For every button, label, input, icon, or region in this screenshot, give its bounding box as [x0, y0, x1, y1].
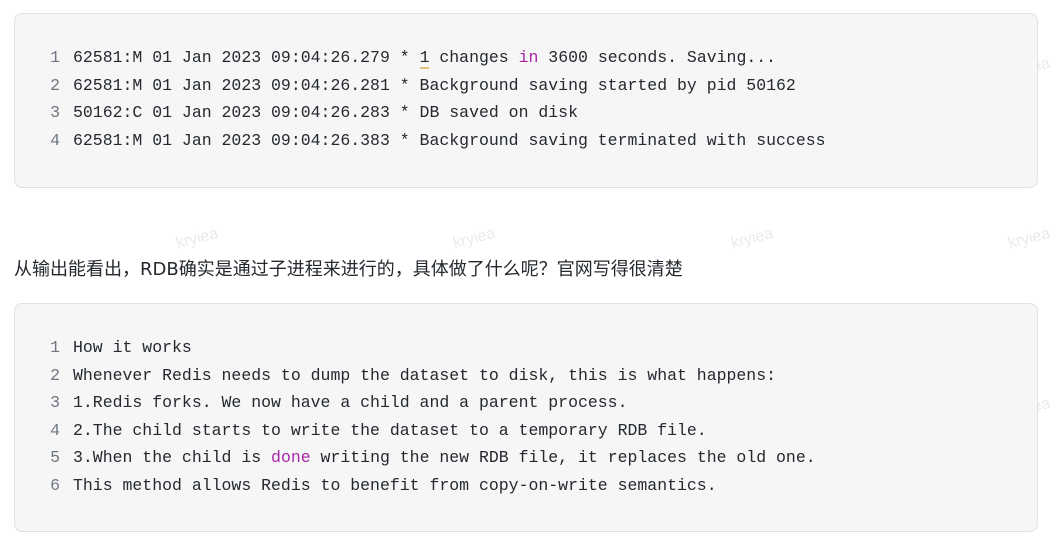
watermark: kryiea — [174, 224, 221, 253]
line-number: 2 — [50, 365, 60, 385]
line-number: 4 — [50, 130, 60, 150]
code-line: 1 How it works — [15, 334, 1037, 362]
line-number: 5 — [50, 448, 60, 467]
code-block-log: 1 62581:M 01 Jan 2023 09:04:26.279 * 1 ch… — [14, 13, 1038, 188]
code-text: 1.Redis forks. We now have a child and a… — [73, 393, 628, 412]
code-text: 3.When the child is done writing the new… — [73, 444, 816, 472]
code-segment: changes — [429, 48, 519, 67]
code-keyword: done — [271, 448, 311, 467]
code-text: 50162:C 01 Jan 2023 09:04:26.283 * DB sa… — [73, 103, 578, 122]
code-text: 2.The child starts to write the dataset … — [73, 420, 707, 440]
code-text: Whenever Redis needs to dump the dataset… — [73, 365, 777, 385]
code-segment: writing the new RDB file, it replaces th… — [310, 448, 816, 467]
code-line: 5 3.When the child is done writing the ne… — [15, 444, 1037, 472]
code-segment: 3.When the child is — [73, 448, 272, 467]
code-line: 3 1.Redis forks. We now have a child and … — [15, 389, 1037, 417]
code-text: This method allows Redis to benefit from… — [73, 475, 717, 495]
line-number: 4 — [50, 420, 60, 440]
line-number: 6 — [50, 475, 60, 495]
code-line: 6 This method allows Redis to benefit fro… — [15, 472, 1037, 500]
code-text: How it works — [73, 338, 192, 357]
line-number: 3 — [50, 393, 60, 412]
line-number: 2 — [50, 75, 60, 95]
code-segment: 62581:M 01 Jan 2023 09:04:26.279 * — [73, 48, 420, 67]
code-line: 2 Whenever Redis needs to dump the datase… — [15, 362, 1037, 390]
line-number: 1 — [50, 338, 60, 357]
watermark: kryiea — [729, 224, 776, 253]
code-text: 62581:M 01 Jan 2023 09:04:26.279 * 1 cha… — [73, 44, 776, 72]
paragraph-text: 从输出能看出，RDB确实是通过子进程来进行的，具体做了什么呢？官网写得很清楚 — [14, 259, 683, 280]
code-line: 4 62581:M 01 Jan 2023 09:04:26.383 * Back… — [15, 127, 1037, 155]
code-text: 62581:M 01 Jan 2023 09:04:26.281 * Backg… — [73, 75, 796, 95]
code-block-redis-docs: 1 How it works 2 Whenever Redis needs to d… — [14, 303, 1038, 532]
code-line: 4 2.The child starts to write the dataset… — [15, 417, 1037, 445]
code-line: 1 62581:M 01 Jan 2023 09:04:26.279 * 1 ch… — [15, 44, 1037, 72]
code-keyword: in — [518, 48, 539, 67]
code-line: 3 50162:C 01 Jan 2023 09:04:26.283 * DB s… — [15, 99, 1037, 127]
line-number: 3 — [50, 103, 60, 122]
code-segment: 3600 seconds. Saving... — [538, 48, 777, 67]
watermark: kryiea — [1006, 224, 1051, 253]
watermark: kryiea — [451, 224, 498, 253]
code-line: 2 62581:M 01 Jan 2023 09:04:26.281 * Back… — [15, 72, 1037, 100]
code-number: 1 — [419, 48, 430, 69]
code-text: 62581:M 01 Jan 2023 09:04:26.383 * Backg… — [73, 130, 826, 150]
line-number: 1 — [50, 48, 60, 67]
